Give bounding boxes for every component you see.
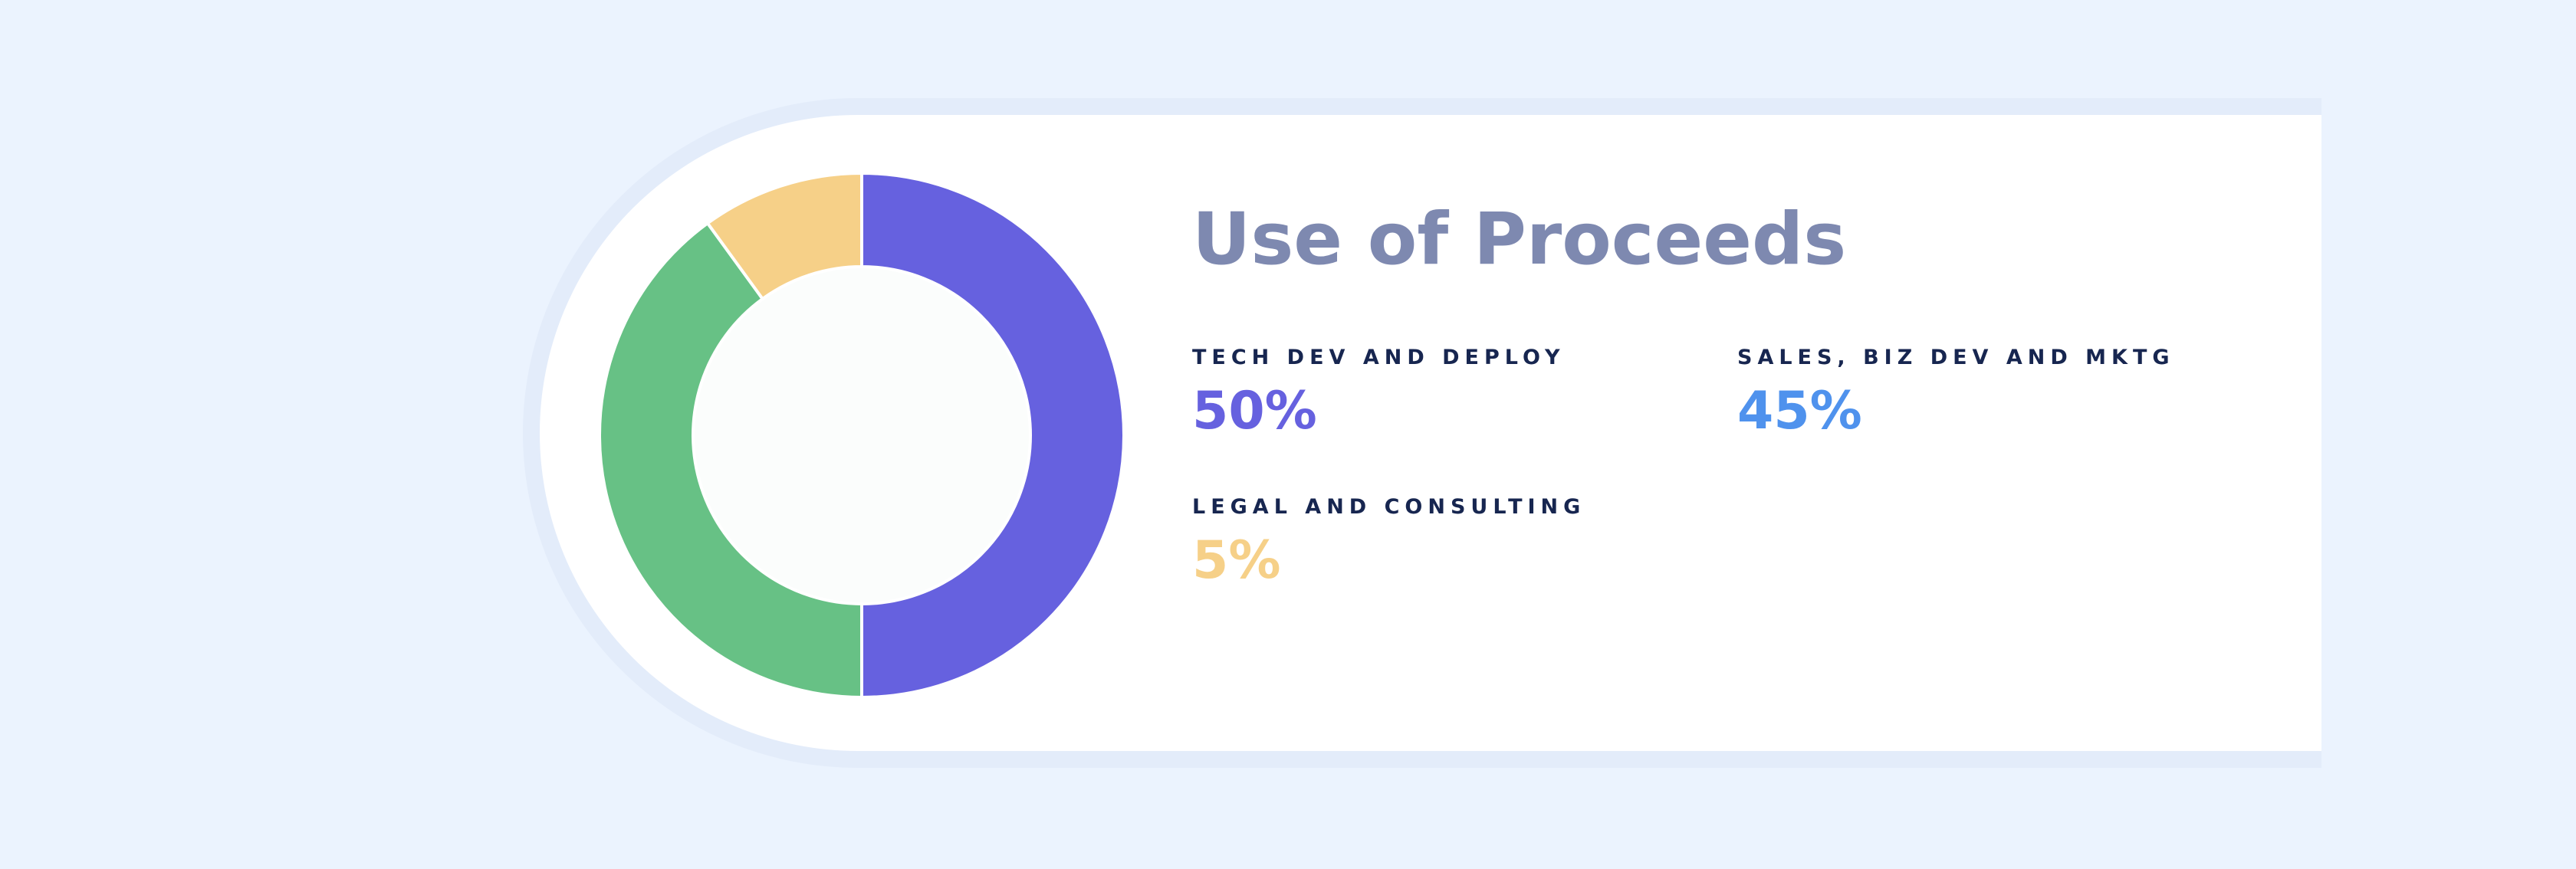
- stat-value: 5%: [1192, 530, 1281, 591]
- stat-label: LEGAL AND CONSULTING: [1192, 495, 1586, 519]
- stat-tech-dev: TECH DEV AND DEPLOY 50%: [1192, 345, 1714, 441]
- stat-value: 45%: [1737, 381, 1862, 441]
- stat-value: 50%: [1192, 381, 1317, 441]
- stat-label: SALES, BIZ DEV AND MKTG: [1737, 346, 2175, 369]
- use-of-proceeds-donut-chart: [598, 172, 1125, 699]
- stat-legal-consulting: LEGAL AND CONSULTING 5%: [1192, 494, 1714, 591]
- donut-center: [695, 268, 1029, 602]
- stat-label: TECH DEV AND DEPLOY: [1192, 346, 1566, 369]
- page-title: Use of Proceeds: [1192, 198, 1847, 281]
- stat-sales-biz-dev: SALES, BIZ DEV AND MKTG 45%: [1737, 345, 2259, 441]
